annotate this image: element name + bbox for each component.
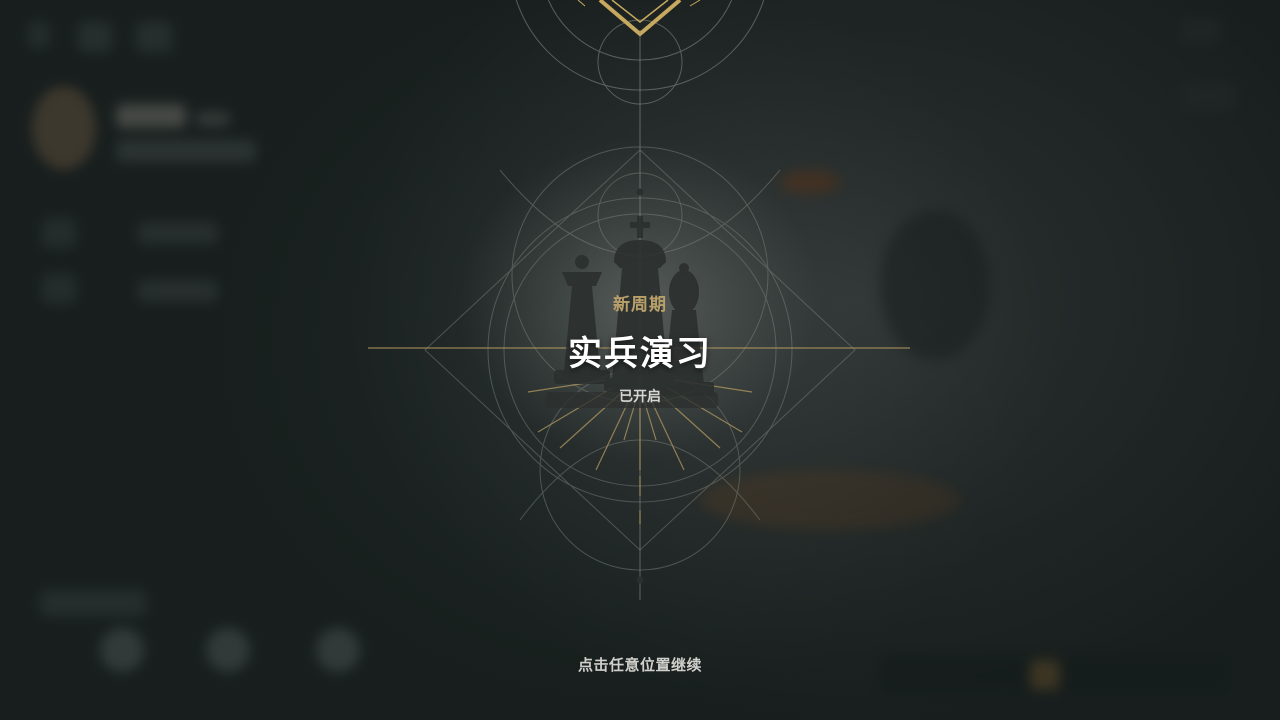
- tap-to-continue-area[interactable]: [0, 0, 1280, 720]
- event-unlock-screen: 新周期 实兵演习 已开启 点击任意位置继续: [0, 0, 1280, 720]
- continue-hint: 点击任意位置继续: [577, 656, 702, 674]
